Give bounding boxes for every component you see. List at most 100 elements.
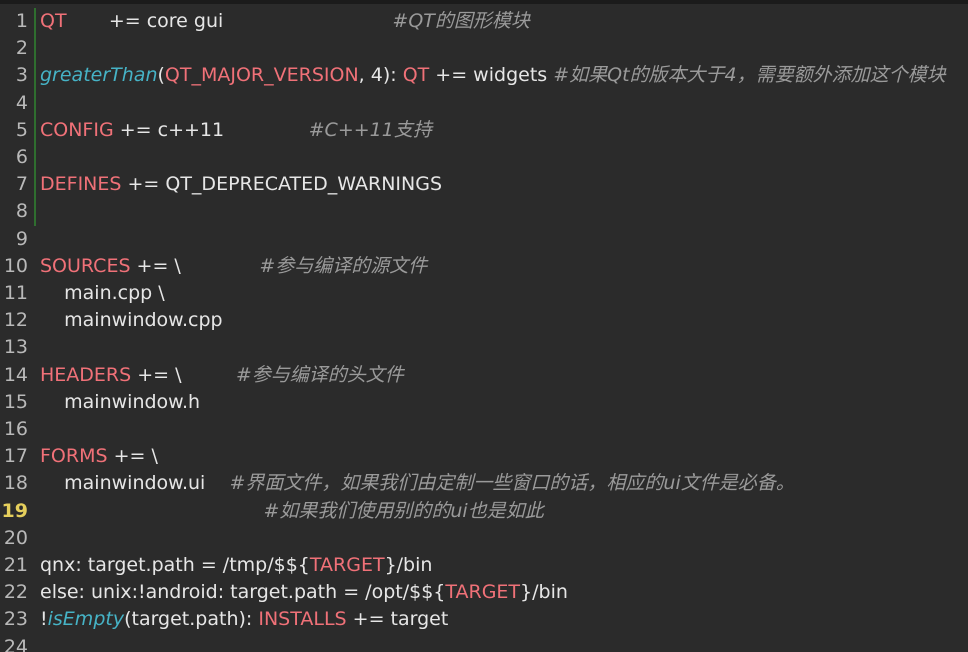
line-number: 13 [3,336,28,359]
line-code: CONFIG += c++11 #C++11支持 [34,117,432,144]
code-line[interactable]: 7 DEFINES += QT_DEPRECATED_WARNINGS [0,171,968,198]
code-line[interactable]: 23 !isEmpty(target.path): INSTALLS += tar… [0,606,968,633]
comment-token: #QT的图形模块 [392,10,530,32]
line-number: 7 [15,173,28,196]
line-number: 1 [15,10,28,32]
line-code: mainwindow.h [34,389,200,416]
keyword-token: TARGET [445,581,521,604]
keyword-token: QT [402,64,430,87]
keyword-token: QT [40,10,67,32]
keyword-token: DEFINES [40,173,122,196]
line-code: !isEmpty(target.path): INSTALLS += targe… [34,606,448,633]
line-number: 20 [3,526,28,549]
text-token: mainwindow.h [40,390,201,413]
text-token: main.cpp \ [40,282,165,304]
line-number: 8 [15,200,28,223]
line-number: 19 [1,499,28,522]
line-number: 12 [3,309,28,332]
code-line[interactable]: 13 [0,334,968,361]
line-number: 3 [15,64,28,87]
text-token: else: unix:!android: target.path = /opt/… [40,581,446,604]
line-number: 18 [3,472,28,495]
comment-token: #参与编译的头文件 [235,363,404,386]
line-number: 16 [3,418,28,440]
code-line[interactable]: 15 mainwindow.h [0,389,968,416]
code-line[interactable]: 21 qnx: target.path = /tmp/$${TARGET}/bin [0,552,968,579]
line-number: 22 [3,581,28,604]
keyword-token: QT_MAJOR_VERSION [164,64,359,87]
code-line[interactable]: 11 main.cpp \ [0,280,968,307]
text-token: ! [40,608,48,631]
code-line[interactable]: 14 HEADERS += \ #参与编译的头文件 [0,362,968,389]
text-token: }/bin [384,554,433,576]
function-token: isEmpty [47,608,125,631]
line-number: 4 [15,91,28,114]
line-number: 10 [3,254,28,277]
line-code: FORMS += \ [34,443,158,470]
code-line[interactable]: 8 [0,198,968,225]
comment-token: #C++11支持 [308,118,432,141]
line-number: 21 [3,554,28,576]
line-number: 6 [15,146,28,168]
line-code: main.cpp \ [34,280,165,307]
code-line[interactable]: 5 CONFIG += c++11 #C++11支持 [0,117,968,144]
keyword-token: FORMS [40,445,108,468]
line-code: SOURCES += \ #参与编译的源文件 [34,253,427,280]
keyword-token: TARGET [309,554,385,576]
code-line[interactable]: 18 mainwindow.ui #界面文件，如果我们由定制一些窗口的话，相应的… [0,470,968,497]
text-token: += \ [131,363,236,386]
keyword-token: CONFIG [40,118,114,141]
code-line[interactable]: 10 SOURCES += \ #参与编译的源文件 [0,253,968,280]
keyword-token: HEADERS [40,363,132,386]
line-code: mainwindow.cpp [34,307,223,334]
text-token: qnx: target.path = /tmp/$${ [40,554,310,576]
line-number: 5 [15,118,28,141]
text-token: (target.path): [124,608,259,631]
comment-token: #如果Qt的版本大于4，需要额外添加这个模块 [553,64,946,87]
keyword-token: INSTALLS [258,608,347,631]
code-line[interactable]: 4 [0,90,968,117]
text-token: mainwindow.cpp [40,309,223,332]
text-token: ( [157,64,165,87]
line-code: #如果我们使用别的的ui也是如此 [34,498,544,525]
code-line[interactable]: 1 QT += core gui #QT的图形模块 [0,8,968,35]
code-line[interactable]: 3 greaterThan(QT_MAJOR_VERSION, 4): QT +=… [0,62,968,89]
text-token: += c++11 [113,118,309,141]
code-line[interactable]: 9 [0,226,968,253]
text-token: += \ [130,254,260,277]
line-number: 15 [3,390,28,413]
code-editor[interactable]: 1 QT += core gui #QT的图形模块 2 3 greaterThan(QT… [0,0,968,652]
function-token: greaterThan [40,64,158,87]
comment-token: #如果我们使用别的的ui也是如此 [263,499,544,522]
text-token: mainwindow.ui [40,472,230,495]
code-line[interactable]: 17 FORMS += \ [0,443,968,470]
text-token: }/bin [520,581,568,604]
line-code: HEADERS += \ #参与编译的头文件 [34,362,404,389]
code-line[interactable]: 20 [0,525,968,552]
text-token: += core gui [66,10,393,32]
text-token: += widgets [429,64,554,87]
code-line[interactable]: 16 [0,416,968,443]
line-number: 17 [3,445,28,468]
text-token: += QT_DEPRECATED_WARNINGS [121,173,443,196]
comment-token: #界面文件，如果我们由定制一些窗口的话，相应的ui文件是必备。 [229,472,795,495]
code-line[interactable]: 24 [0,634,968,652]
code-line[interactable]: 6 [0,144,968,171]
line-number: 9 [15,227,28,250]
line-code: greaterThan(QT_MAJOR_VERSION, 4): QT += … [34,62,946,89]
line-code: qnx: target.path = /tmp/$${TARGET}/bin [34,552,432,579]
code-line[interactable]: 12 mainwindow.cpp [0,307,968,334]
line-number: 11 [3,282,28,304]
code-line[interactable]: 2 [0,35,968,62]
line-code: DEFINES += QT_DEPRECATED_WARNINGS [34,171,442,198]
keyword-token: SOURCES [40,254,131,277]
comment-token: #参与编译的源文件 [259,254,428,277]
line-number: 14 [3,363,28,386]
line-code: else: unix:!android: target.path = /opt/… [34,579,568,606]
code-line[interactable]: 22 else: unix:!android: target.path = /op… [0,579,968,606]
line-number: 2 [15,37,28,60]
line-code: QT += core gui #QT的图形模块 [34,8,530,35]
code-line[interactable]: 19 #如果我们使用别的的ui也是如此 [0,498,968,525]
text-token: , 4): [358,64,403,87]
